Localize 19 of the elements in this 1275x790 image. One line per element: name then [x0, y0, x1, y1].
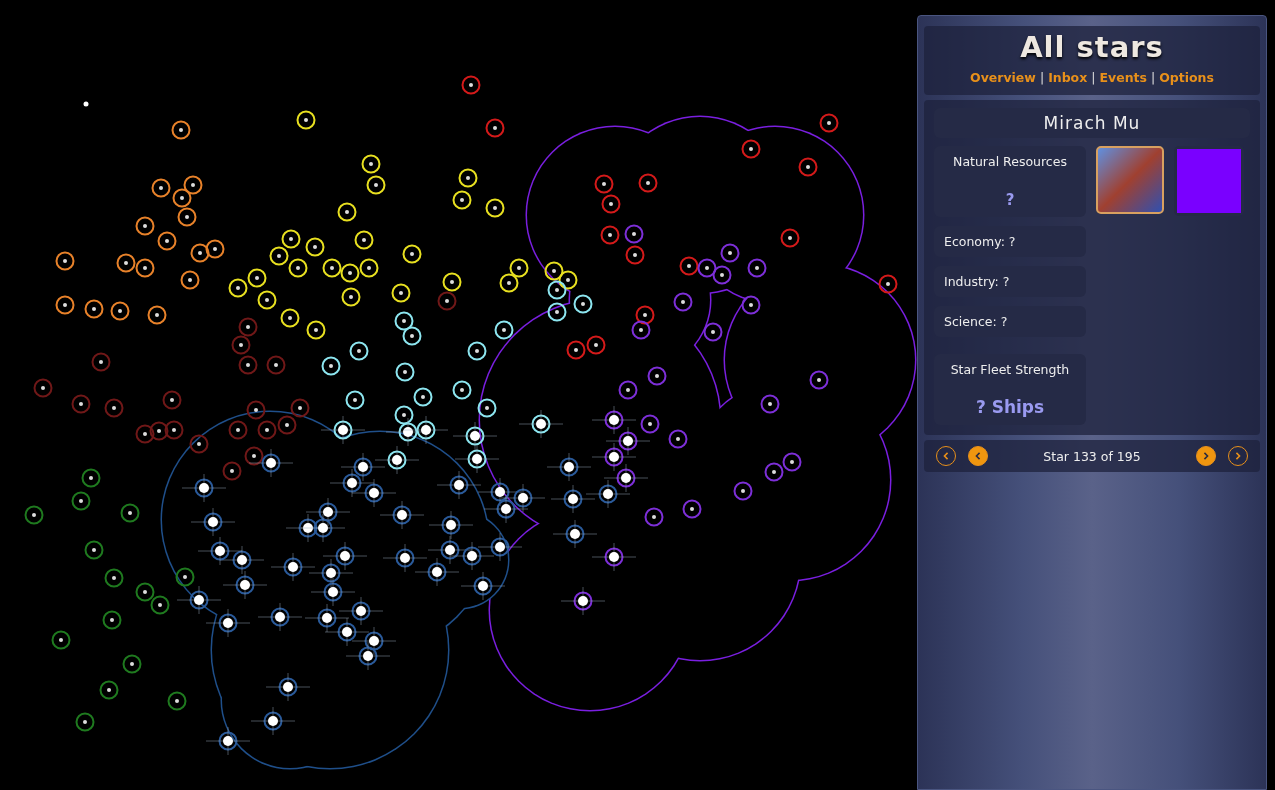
- nav-link[interactable]: Options: [1159, 70, 1214, 85]
- nav-link[interactable]: Events: [1099, 70, 1147, 85]
- photo-placeholder: [1096, 146, 1164, 214]
- separator: |: [1151, 70, 1156, 85]
- pager-label: Star 133 of 195: [1043, 448, 1141, 464]
- nav-link[interactable]: Overview: [970, 70, 1036, 85]
- fleet-value: ? Ships: [975, 397, 1045, 417]
- fleet-label: Star Fleet Strength: [950, 362, 1070, 377]
- stat-label: Industry: ?: [934, 266, 1086, 297]
- previous-button[interactable]: [968, 446, 988, 466]
- next-button[interactable]: [1196, 446, 1216, 466]
- nav-link[interactable]: Inbox: [1048, 70, 1088, 85]
- separator: |: [1091, 70, 1096, 85]
- resources-label: Natural Resources: [953, 154, 1067, 169]
- panel-title: All stars: [1020, 30, 1164, 64]
- resources-value: ?: [1005, 191, 1015, 209]
- stat-label: Economy: ?: [934, 226, 1086, 257]
- stat-label: Science: ?: [934, 306, 1086, 337]
- separator: |: [1039, 70, 1045, 85]
